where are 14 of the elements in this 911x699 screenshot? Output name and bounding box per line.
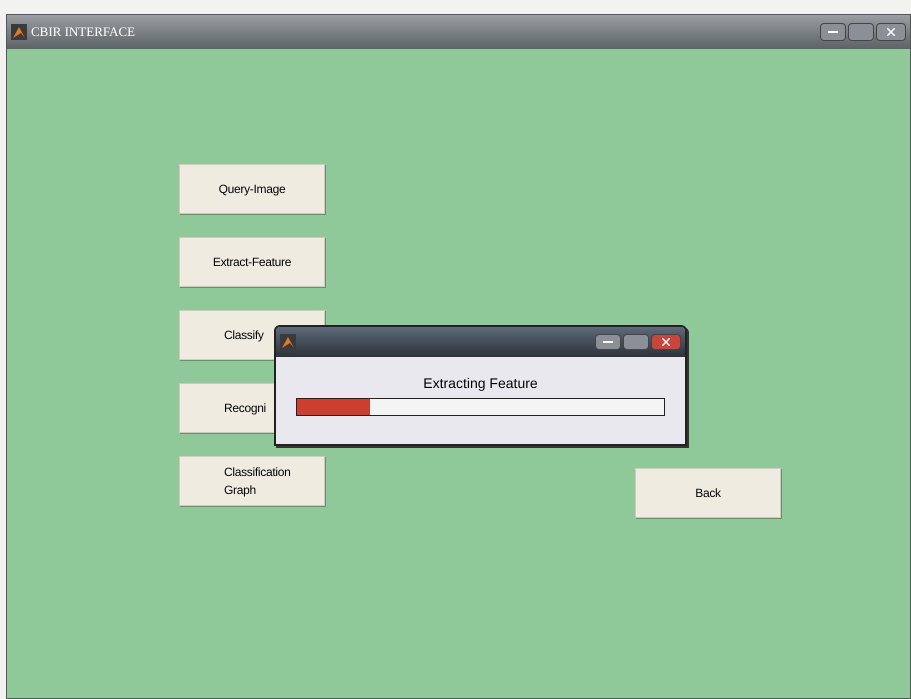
minimize-button[interactable] [820,23,846,41]
close-icon [662,338,670,346]
close-icon [887,28,895,36]
action-button[interactable]: Classification Graph [179,456,325,506]
minimize-button[interactable] [595,334,621,350]
close-button[interactable] [651,334,681,350]
action-button[interactable]: Extract-Feature [179,237,325,287]
window-title: CBIR INTERFACE [31,23,136,42]
app-icon [11,24,27,40]
close-button[interactable] [876,23,906,41]
app-icon [280,334,296,350]
progress-message: Extracting Feature [423,374,538,393]
action-button[interactable]: Query-Image [179,164,325,214]
back-button[interactable]: Back [635,468,781,518]
